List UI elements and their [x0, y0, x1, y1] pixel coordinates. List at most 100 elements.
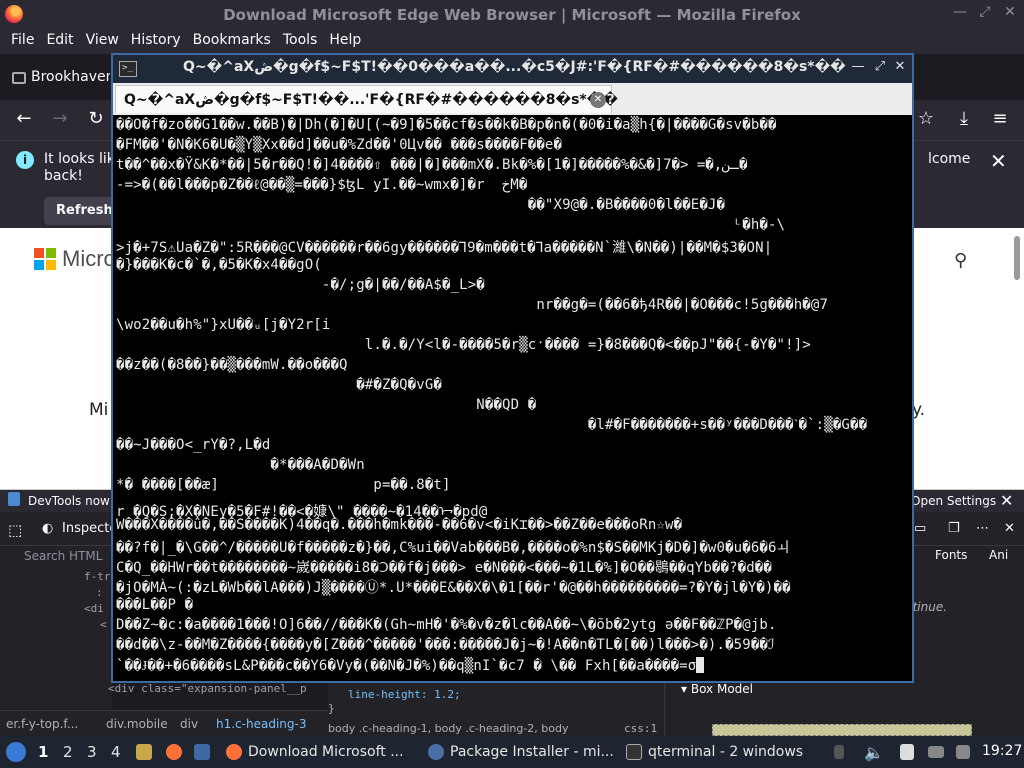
workspace-4[interactable]: 4 [111, 743, 121, 761]
firefox-launcher-icon[interactable] [166, 736, 188, 768]
taskbar-app-label: qterminal - 2 windows [648, 744, 804, 760]
terminal-line-text: l.�.�/Y<l�-����5�r▒cˑ���� =}�8���Q�<��pJ… [116, 337, 811, 353]
menu-file[interactable]: File [5, 30, 40, 54]
breadcrumb-item[interactable]: h1.c-heading-3 [216, 717, 306, 731]
terminal-line: *� ����[��æ] p=��.8�t] [116, 477, 451, 493]
breadcrumb-item[interactable]: div.mobile [106, 717, 168, 731]
terminal-tab-close-icon[interactable]: ✕ [590, 92, 606, 108]
terminal-line-text: >j�+7S⚠Ua�Z�":5R���@CV������r��6gy������… [116, 240, 773, 256]
html-tree-line[interactable]: <div class="expansion-panel__p [108, 682, 307, 695]
terminal-tab[interactable]: Q~�^aXڞ�g�f$~F$T!��...'F�{RF�#������8�s*… [115, 85, 618, 113]
menu-help[interactable]: Help [323, 30, 367, 54]
search-html-input[interactable]: Search HTML [0, 546, 112, 566]
menu-edit[interactable]: Edit [40, 30, 79, 54]
terminal-line-text: �*���A�D�Wn [116, 457, 365, 473]
terminal-line-text: nr��g�=(��6�ђ4R��|�O���c!5g���h�@7 [116, 297, 829, 313]
breadcrumb-item[interactable]: div [180, 717, 198, 731]
more-options-icon[interactable]: ⋯ [976, 521, 989, 536]
taskbar-app-firefox[interactable]: Download Microsoft ... [226, 736, 404, 768]
terminal-line-text: ��?f�|_�\G��^/�����U�f�����z�}��,C%ui��V… [116, 540, 790, 556]
terminal-line-text: -�/;g�|��/��A$�_L>� [116, 277, 485, 293]
taskbar-app-qterminal[interactable]: qterminal - 2 windows [626, 736, 803, 768]
terminal-line: ��?f�|_�\G��^/�����U�f�����z�}��,C%ui��V… [116, 537, 790, 557]
maximize-icon[interactable]: ⤢ [975, 4, 995, 20]
taskbar: 1 2 3 4 Download Microsoft ... Package I… [0, 736, 1024, 768]
terminal-line-text: ��"X9@�.�B����0�l��E�J� [116, 197, 726, 213]
devtools-close-icon[interactable]: ✕ [1004, 521, 1015, 536]
tray-item-icon[interactable] [834, 736, 850, 768]
tab-favicon-icon [12, 72, 26, 84]
tab-animations[interactable]: Ani [989, 548, 1008, 562]
element-picker-icon[interactable]: ⬚ [8, 521, 22, 539]
reload-icon[interactable]: ↻ [84, 108, 108, 129]
devtools-notice-icon [8, 492, 20, 506]
terminal-window: >_ Q~�^aXڞ�g�f$~F$T!��0���a��...�c5�J#:'… [111, 53, 914, 683]
tab-inspector[interactable]: Inspecto [62, 521, 117, 536]
terminal-tab-label: Q~�^aXڞ�g�f$~F$T!��...'F�{RF�#������8�s*… [124, 92, 618, 108]
search-icon[interactable]: ⚲ [954, 250, 967, 271]
breadcrumb-item[interactable]: er.f-y-top.f... [6, 717, 78, 731]
dock-icon[interactable]: ❐ [948, 521, 960, 536]
workspace-3[interactable]: 3 [87, 743, 97, 761]
html-tree-line[interactable]: : [96, 586, 103, 599]
terminal-line-text: C�Q_��HWr��t��������~嵗�����i8�Ↄ��f�j���>… [116, 560, 772, 576]
workspace-1[interactable]: 1 [38, 743, 48, 761]
box-model-header[interactable]: ▾ Box Model [681, 682, 753, 696]
page-scrollbar[interactable] [1014, 236, 1020, 280]
terminal-line: ��z��(�8��}��▒���mW.��o���Q [116, 357, 348, 373]
inspector-tab-icon: ◐ [42, 521, 54, 536]
terminal-line: C�Q_��HWr��t��������~嵗�����i8�Ↄ��f�j���>… [116, 557, 772, 577]
notification-close-icon[interactable]: ✕ [990, 149, 1007, 173]
clipboard-icon[interactable] [900, 736, 920, 768]
file-manager-icon[interactable] [136, 736, 158, 768]
terminal-line: ���L��P � [116, 597, 193, 613]
terminal-line: ��O�f�zo��G1��w.��B)�|Dh(�]�U[(~�9]�5��c… [116, 117, 777, 133]
css-source-link[interactable]: css:1 [624, 722, 657, 735]
css-rule-line: line-height: 1.2; [348, 688, 461, 701]
terminal-line-text: ��z��(�8��}��▒���mW.��o���Q [116, 357, 348, 373]
menu-history[interactable]: History [125, 30, 187, 54]
forward-icon[interactable]: → [48, 108, 72, 129]
terminal-line-text: �#�Z�Q�vG� [116, 377, 442, 393]
app-launcher-icon[interactable] [194, 736, 216, 768]
open-settings-link[interactable]: Open Settings [911, 494, 996, 508]
terminal-minimize-icon[interactable]: — [849, 59, 867, 74]
volume-icon[interactable]: 🔈 [864, 736, 884, 768]
html-tree-line[interactable]: < [100, 618, 107, 631]
notifications-icon[interactable] [956, 736, 976, 768]
taskbar-app-package-installer[interactable]: Package Installer - mi... [428, 736, 614, 768]
firefox-tab[interactable]: Brookhaven [4, 60, 110, 96]
taskbar-app-label: Package Installer - mi... [450, 744, 614, 760]
terminal-line: D��Z~�c:�a����1���!O]6��//���K�(Gh~mH�'�… [116, 617, 777, 633]
terminal-line: �#�Z�Q�vG� [116, 377, 442, 393]
menu-tools[interactable]: Tools [277, 30, 324, 54]
minimize-icon[interactable]: — [950, 4, 970, 20]
terminal-line: >j�+7S⚠Ua�Z�":5R���@CV������r��6gy������… [116, 237, 772, 257]
html-tree-line[interactable]: <di [84, 602, 104, 615]
close-icon[interactable]: ✕ [1000, 4, 1020, 20]
terminal-line-text: �l#�F�������+s��ʸ���D���ˋ�`:▒�G�� [116, 417, 868, 433]
terminal-icon: >_ [119, 61, 137, 77]
notice-close-icon[interactable]: ✕ [1000, 491, 1013, 510]
breadcrumb: er.f-y-top.f... div.mobile div h1.c-heading… [0, 710, 328, 736]
menu-view[interactable]: View [80, 30, 125, 54]
terminal-close-icon[interactable]: ✕ [891, 59, 909, 74]
menu-bookmarks[interactable]: Bookmarks [187, 30, 277, 54]
terminal-tabstrip: Q~�^aXڞ�g�f$~F$T!��...'F�{RF�#������8�s*… [113, 83, 912, 115]
tab-fonts[interactable]: Fonts [935, 548, 967, 562]
brand-name: Micro [62, 246, 116, 271]
terminal-output[interactable]: ��O�f�zo��G1��w.��B)�|Dh(�]�U[(~�9]�5��c… [113, 115, 912, 681]
network-icon[interactable] [928, 736, 950, 768]
responsive-icon[interactable]: ▭ [914, 521, 926, 536]
downloads-icon[interactable]: ⤓ [952, 108, 976, 129]
terminal-line-text: t��^��x�Ÿ&K�*��|5�r��Q!�]4����⇧ ���|�]��… [116, 157, 748, 173]
back-icon[interactable]: ← [12, 108, 36, 129]
terminal-maximize-icon[interactable]: ⤢ [871, 59, 889, 74]
html-tree-line[interactable]: f-tr [84, 570, 111, 583]
app-menu-icon[interactable]: ≡ [988, 108, 1012, 129]
start-menu-icon[interactable] [6, 736, 32, 768]
bookmark-star-icon[interactable]: ☆ [914, 108, 938, 129]
workspace-2[interactable]: 2 [63, 743, 73, 761]
terminal-line: ᴸ�h�-\ [116, 217, 785, 233]
terminal-line-text: �}���K�c�`�,�5�K�x4��gO( [116, 257, 322, 273]
